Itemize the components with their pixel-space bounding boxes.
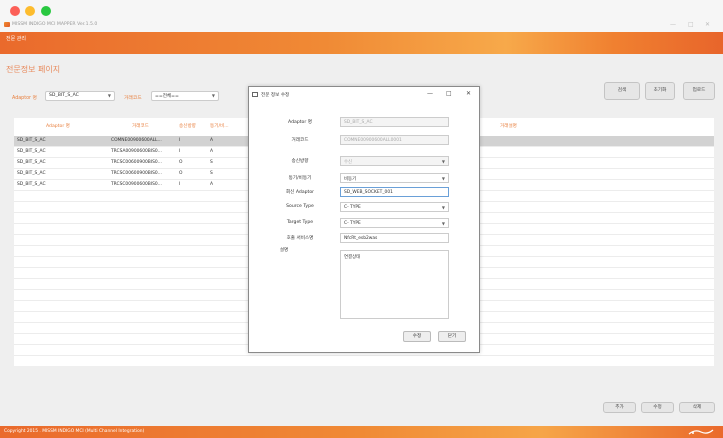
maximize-icon[interactable]: □ [688,21,694,28]
chevron-down-icon: ▼ [441,221,445,226]
recv-adaptor-input[interactable]: SD_WEB_SOCKET_001 [340,187,449,197]
cell-sync: S [210,160,213,165]
chevron-down-icon: ▼ [441,159,445,164]
adaptor-filter-value: SD_BIT_S_AC [49,93,79,98]
app-window: MISSM INDIGO MCI MAPPER Ver.1.5.0 — □ ✕ … [0,0,723,438]
description-textarea[interactable]: 연결상태 [340,250,449,319]
cell-adaptor: SD_BIT_S_AC [17,138,46,143]
minimize-icon[interactable]: — [670,21,676,28]
sync-value: 비동기 [344,177,357,182]
cell-sync: S [210,171,213,176]
adaptor-label: Adaptor 명 [288,120,312,125]
description-label: 설명 [279,248,289,253]
cell-adaptor: SD_BIT_S_AC [17,149,46,154]
reset-button[interactable]: 초기화 [645,82,675,100]
title-bar: MISSM INDIGO MCI MAPPER Ver.1.5.0 — □ ✕ [0,0,723,32]
chevron-down-icon: ▼ [107,93,111,98]
col-direction[interactable]: 송신방향 [179,123,196,129]
source-type-label: Source Type [286,204,314,209]
cell-adaptor: SD_BIT_S_AC [17,171,46,176]
dialog-title: 전문 정보 수정 [261,93,290,98]
cell-direction: I [179,149,181,154]
target-type-select[interactable]: C- TYPE ▼ [340,218,449,228]
chevron-down-icon: ▼ [441,205,445,210]
status-bar: Copyright 2015 . MISSM INDIGO MCI (Multi… [0,426,723,438]
adaptor-filter-select[interactable]: SD_BIT_S_AC ▼ [45,91,115,101]
txcode-field[interactable]: COMNE00900600ALL0001 [340,135,449,145]
cell-direction: I [179,138,181,143]
zoom-window-button[interactable] [41,6,51,16]
txcode-filter-select[interactable]: ==전체== ▼ [151,91,219,101]
cell-adaptor: SD_BIT_S_AC [17,182,46,187]
adaptor-filter-label: Adaptor 명 [12,96,37,101]
cell-txcode: TRCSA00900600BIS0... [111,149,162,154]
source-type-value: C- TYPE [344,205,361,210]
txcode-label: 거래코드 [291,138,309,143]
col-txcode[interactable]: 거래코드 [132,123,149,129]
copyright-text: Copyright 2015 . MISSM INDIGO MCI (Multi… [4,429,145,434]
close-icon[interactable]: ✕ [705,21,710,28]
txcode-filter-label: 거래코드 [124,96,142,101]
sync-label: 동기/비동기 [288,176,312,181]
chevron-down-icon: ▼ [441,176,445,181]
cell-direction: O [179,160,183,165]
target-type-label: Target Type [286,220,314,225]
close-button[interactable]: 닫기 [438,331,466,342]
col-description[interactable]: 거래설명 [500,123,517,129]
edit-message-dialog: 전문 정보 수정 — □ ✕ Adaptor 명 SD_BIT_S_AC 거래코… [248,86,480,353]
delete-button[interactable]: 삭제 [679,402,715,413]
cell-txcode: TRCSC00600900BIS0... [111,171,162,176]
cell-txcode: COMNE00900600ALL... [111,138,162,143]
close-window-button[interactable] [10,6,20,16]
sync-select[interactable]: 비동기 ▼ [340,173,449,183]
minimize-window-button[interactable] [25,6,35,16]
cell-direction: O [179,171,183,176]
dialog-minimize-icon[interactable]: — [427,90,433,97]
search-button[interactable]: 검색 [604,82,640,100]
dialog-title-bar: 전문 정보 수정 — □ ✕ [249,87,479,103]
adaptor-field[interactable]: SD_BIT_S_AC [340,117,449,127]
app-title-text: MISSM INDIGO MCI MAPPER Ver.1.5.0 [12,22,98,27]
recv-adaptor-label: 회신 Adaptor [285,190,315,195]
edit-button[interactable]: 수정 [641,402,674,413]
source-type-select[interactable]: C- TYPE ▼ [340,202,449,212]
direction-value: 수신 [344,160,353,165]
cell-sync: A [210,149,214,154]
col-adaptor[interactable]: Adaptor 명 [46,123,70,129]
company-logo-icon [688,429,714,435]
app-title: MISSM INDIGO MCI MAPPER Ver.1.5.0 [4,22,97,27]
save-button[interactable]: 수정 [403,331,431,342]
add-button[interactable]: 추가 [603,402,636,413]
cell-sync: A [210,138,214,143]
app-logo-icon [4,22,10,27]
txcode-filter-value: ==전체== [155,94,179,99]
cell-txcode: TRCSC00600900BIS0... [111,160,162,165]
upload-button[interactable]: 업로드 [683,82,715,100]
page-title: 전문정보 페이지 [6,65,61,74]
cell-adaptor: SD_BIT_S_AC [17,160,46,165]
chevron-down-icon: ▼ [211,93,215,98]
col-sync[interactable]: 동기/비... [210,123,229,129]
dialog-maximize-icon[interactable]: □ [446,90,452,97]
cell-sync: A [210,182,214,187]
direction-label: 송신방향 [291,159,309,164]
cell-txcode: TRCSC00900600BIS0... [111,182,162,187]
window-icon [252,92,258,97]
direction-select[interactable]: 수신 ▼ [340,156,449,166]
dialog-close-icon[interactable]: ✕ [466,90,471,97]
service-input[interactable]: NfcRt_esb2was [340,233,449,243]
cell-direction: I [179,182,181,187]
service-label: 호출 서비스명 [286,236,314,241]
target-type-value: C- TYPE [344,221,361,226]
menu-bar: 전문 관리 [0,32,723,54]
menu-item-message-manage[interactable]: 전문 관리 [6,35,26,42]
